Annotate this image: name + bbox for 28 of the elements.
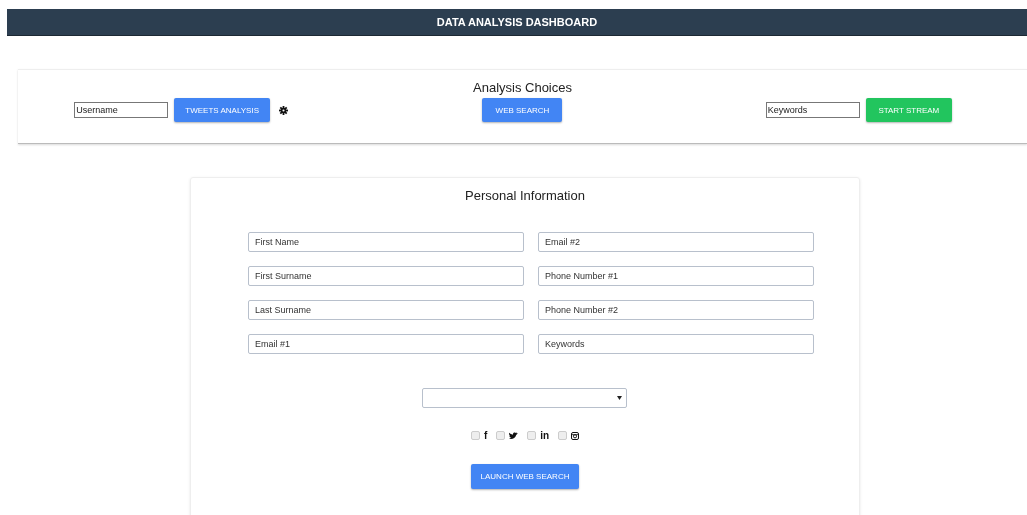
camera-icon: [571, 431, 580, 440]
caret-icon: [617, 396, 622, 400]
text-field[interactable]: Last Surname: [248, 300, 524, 320]
text-field[interactable]: Phone Number #2: [538, 300, 814, 320]
text-field[interactable]: Phone Number #1: [538, 266, 814, 286]
text-field[interactable]: First Name: [248, 232, 524, 252]
social-label: in: [540, 430, 550, 441]
checkbox[interactable]: [527, 431, 537, 440]
keywords-field[interactable]: Keywords: [765, 102, 860, 118]
text-field[interactable]: Email #1: [248, 334, 524, 354]
dropdown[interactable]: [422, 388, 627, 408]
launch-web-search-button[interactable]: LAUNCH WEB SEARCH: [471, 464, 579, 489]
checkbox[interactable]: [470, 431, 480, 440]
text-field[interactable]: Keywords: [538, 334, 814, 354]
text-field[interactable]: First Surname: [248, 266, 524, 286]
card-title: Personal Information: [465, 188, 585, 203]
card-title: Analysis Choices: [473, 80, 572, 95]
bird-icon: [509, 431, 519, 440]
username-field[interactable]: Username: [74, 102, 169, 118]
header-title: DATA ANALYSIS DASHBOARD: [436, 16, 598, 28]
checkbox[interactable]: [496, 431, 506, 440]
tweets-analysis-button[interactable]: TWEETS ANALYSIS: [174, 98, 271, 122]
start-stream-button[interactable]: START STREAM: [865, 98, 952, 122]
text-field[interactable]: Email #2: [538, 232, 814, 252]
web-search-button[interactable]: WEB SEARCH: [482, 98, 563, 122]
checkbox[interactable]: [558, 431, 568, 440]
settings-icon[interactable]: [279, 105, 289, 115]
social-label: f: [483, 430, 488, 441]
